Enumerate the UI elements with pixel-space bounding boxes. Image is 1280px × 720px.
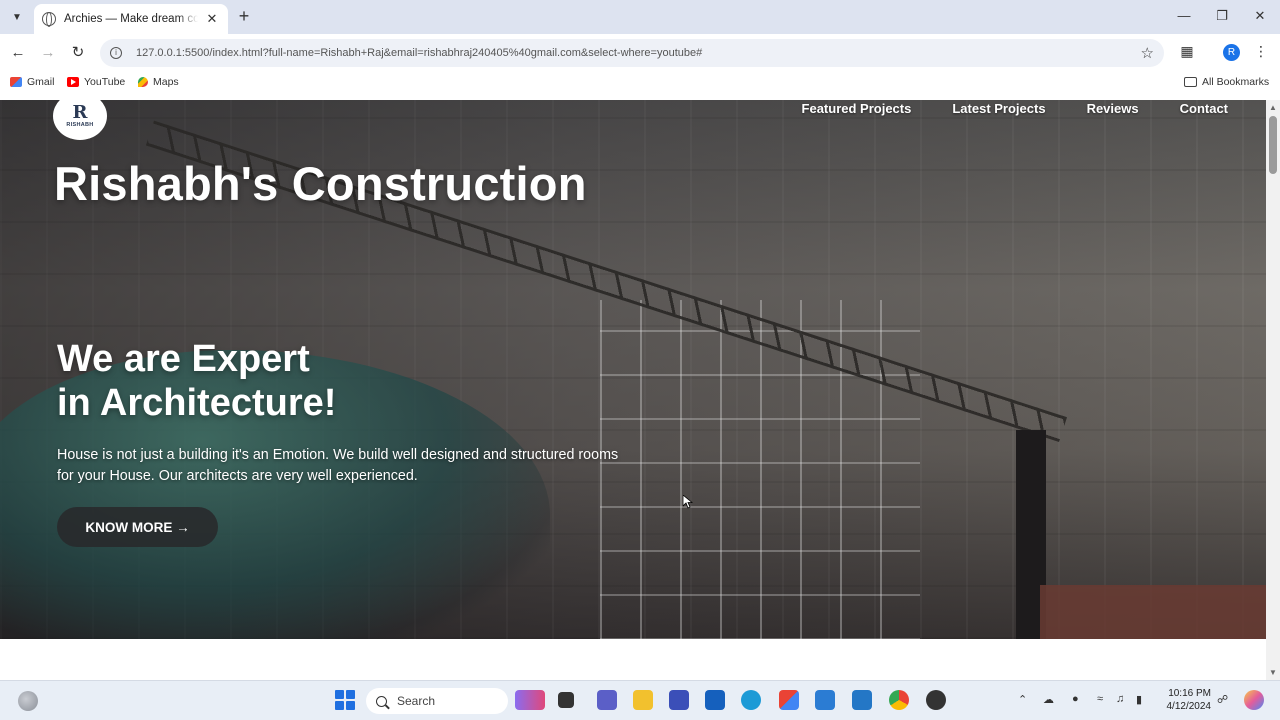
hero-headline: We are Expert in Architecture!	[57, 337, 336, 425]
bookmark-label: Maps	[153, 76, 179, 88]
notification-bell-icon[interactable]: ☍	[1217, 693, 1228, 706]
reload-icon[interactable]: ↻	[68, 43, 88, 63]
mouse-cursor-icon	[683, 495, 693, 509]
vscode-icon[interactable]	[852, 690, 872, 710]
forward-icon[interactable]: →	[38, 43, 58, 63]
clock-time: 10:16 PM	[1168, 688, 1211, 699]
bookmark-label: Gmail	[27, 76, 55, 88]
close-icon[interactable]: ✕	[204, 11, 220, 27]
all-bookmarks-label: All Bookmarks	[1202, 76, 1270, 88]
all-bookmarks[interactable]: All Bookmarks	[1184, 76, 1269, 88]
globe-icon	[42, 12, 56, 27]
scroll-up-icon[interactable]: ▲	[1269, 103, 1277, 112]
store-icon[interactable]	[705, 690, 725, 710]
search-icon	[376, 695, 387, 707]
maps-icon	[138, 77, 148, 87]
restore-icon[interactable]: ❐	[1212, 8, 1232, 24]
scroll-down-icon[interactable]: ▼	[1269, 668, 1277, 677]
know-more-button[interactable]: KNOW MORE →	[57, 507, 218, 547]
site-nav: Featured Projects Latest Projects Review…	[802, 101, 1228, 116]
profile-avatar[interactable]: R	[1223, 44, 1240, 61]
logo-mark: R	[72, 102, 88, 123]
wifi-icon[interactable]: ≈	[1097, 693, 1103, 705]
nav-latest-projects[interactable]: Latest Projects	[952, 101, 1045, 116]
task-view-icon[interactable]	[558, 692, 574, 708]
taskbar-clock[interactable]: 10:16 PM 4/12/2024	[1163, 687, 1212, 713]
page-viewport: R RISHABH Featured Projects Latest Proje…	[0, 100, 1280, 680]
nav-reviews[interactable]: Reviews	[1087, 101, 1139, 116]
nav-contact[interactable]: Contact	[1180, 101, 1228, 116]
back-icon[interactable]: ←	[8, 43, 28, 63]
taskbar-search-label: Search	[397, 694, 436, 708]
clock-date: 4/12/2024	[1166, 701, 1212, 712]
windows-taskbar: Search ⌃ ☁ ● ≈ ♫ ▮ 10:16 PM 4/12/2024 ☍	[0, 680, 1280, 720]
gmail-app-icon[interactable]	[779, 690, 799, 710]
bookmark-star-icon[interactable]: ☆	[1141, 44, 1154, 62]
hero-headline-line1: We are Expert	[57, 338, 310, 380]
extensions-icon[interactable]: ▦	[1178, 43, 1196, 61]
file-explorer-icon[interactable]	[633, 690, 653, 710]
new-tab-icon[interactable]: +	[234, 6, 254, 26]
tab-search-icon[interactable]: ▼	[6, 7, 28, 27]
minimize-icon[interactable]: —	[1174, 8, 1194, 23]
bookmark-label: YouTube	[84, 76, 126, 88]
bookmarks-bar: Gmail YouTube Maps All Bookmarks	[0, 72, 1280, 96]
microphone-icon[interactable]: ●	[1072, 693, 1079, 705]
edge-icon[interactable]	[741, 690, 761, 710]
hero-background-bricks	[1040, 585, 1266, 639]
bookmark-gmail[interactable]: Gmail	[10, 76, 54, 88]
copilot-tray-icon[interactable]	[1244, 690, 1264, 710]
browser-tab-strip: ▼ Archies — Make dream come true ✕ + — ❐…	[0, 0, 1280, 34]
windows-start-icon[interactable]	[335, 690, 355, 710]
url-text[interactable]: 127.0.0.1:5500/index.html?full-name=Rish…	[136, 47, 702, 59]
folder-icon	[1184, 77, 1197, 87]
recorder-icon[interactable]	[926, 690, 946, 710]
browser-tab[interactable]: Archies — Make dream come true ✕	[34, 4, 228, 34]
site-info-icon[interactable]: i	[110, 47, 122, 59]
taskbar-search[interactable]: Search	[366, 688, 508, 714]
youtube-icon	[67, 77, 79, 87]
hero-headline-line2: in Architecture!	[57, 382, 337, 424]
teams-icon[interactable]	[597, 690, 617, 710]
hero-section: R RISHABH Featured Projects Latest Proje…	[0, 100, 1266, 639]
browser-toolbar: ← → ↻ i 127.0.0.1:5500/index.html?full-n…	[0, 34, 1280, 72]
page-scrollbar[interactable]: ▲ ▼	[1266, 100, 1280, 680]
onedrive-icon[interactable]: ☁	[1043, 693, 1054, 706]
tab-title: Archies — Make dream come true	[64, 13, 198, 25]
app-icon[interactable]	[669, 690, 689, 710]
logo-text: RISHABH	[66, 122, 94, 128]
brand-title: Rishabh's Construction	[54, 157, 587, 210]
volume-icon[interactable]: ♫	[1116, 693, 1124, 705]
gmail-icon	[10, 77, 22, 87]
window-close-icon[interactable]: ✕	[1250, 8, 1270, 24]
menu-kebab-icon[interactable]: ⋮	[1254, 43, 1268, 60]
site-logo[interactable]: R RISHABH	[53, 100, 107, 140]
hero-background-scaffold	[600, 300, 920, 639]
tray-chevron-icon[interactable]: ⌃	[1018, 693, 1027, 706]
nav-featured-projects[interactable]: Featured Projects	[802, 101, 912, 116]
copilot-icon[interactable]	[515, 690, 545, 710]
hero-description: House is not just a building it's an Emo…	[57, 447, 619, 484]
remote-icon[interactable]	[815, 690, 835, 710]
chrome-icon[interactable]	[889, 690, 909, 710]
bookmark-youtube[interactable]: YouTube	[67, 76, 125, 88]
battery-icon[interactable]: ▮	[1136, 693, 1142, 706]
scrollbar-thumb[interactable]	[1269, 116, 1277, 174]
address-bar[interactable]: i 127.0.0.1:5500/index.html?full-name=Ri…	[100, 39, 1164, 67]
widgets-icon[interactable]	[18, 691, 38, 711]
bookmark-maps[interactable]: Maps	[138, 76, 179, 88]
